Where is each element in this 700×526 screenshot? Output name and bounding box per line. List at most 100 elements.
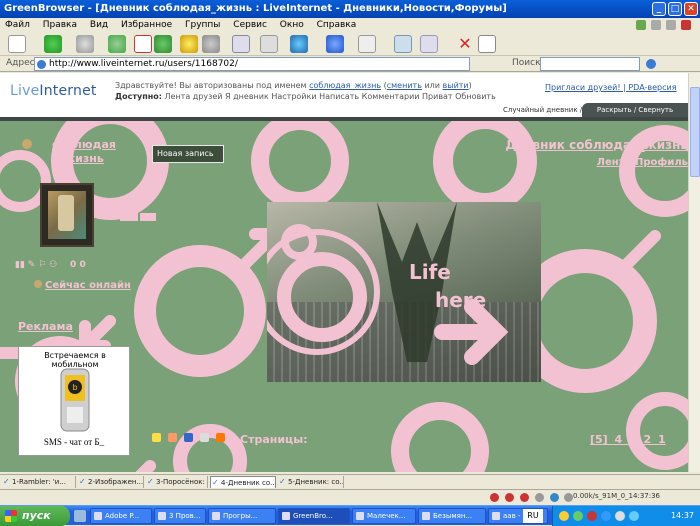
activex-icon[interactable] [534,493,544,502]
header-tabs: Случайный дневник // Раскрыть / Свернуть [0,103,688,117]
volume-icon[interactable] [615,511,625,521]
greeting-text: Здравствуйте! Вы авторизованы под именем… [115,81,472,90]
menu-groups[interactable]: Группы [185,20,220,30]
settings-icon[interactable] [564,493,574,502]
phone-image: b [60,368,90,432]
refresh-icon[interactable] [154,35,172,53]
clock: 14:37 [670,511,694,520]
task-programs[interactable]: Прогры... [208,508,276,524]
tab-3[interactable]: 3-Поросёнок: [146,476,208,488]
menu-view[interactable]: Вид [90,20,108,30]
random-diary-tab[interactable]: Случайный дневник // [503,106,585,114]
language-indicator[interactable]: RU [523,509,543,523]
translate-icon[interactable] [394,35,412,53]
menu-tools[interactable]: Сервис [233,20,267,30]
user-link[interactable]: соблюдая_жизнь [309,81,381,90]
search-label: Поиск: [512,58,544,68]
menu-favorites[interactable]: Избранное [121,20,172,30]
maximize-button[interactable]: □ [668,2,682,16]
diary-username[interactable]: соблюдая жизнь [44,138,124,166]
expand-collapse-tab[interactable]: Раскрыть / Свернуть [582,103,688,117]
logout-link[interactable]: выйти [443,81,469,90]
stop-icon[interactable] [134,35,152,53]
task-greenbrowser[interactable]: GreenBro... [278,508,350,524]
window-title: GreenBrowser - [Дневник соблюдая_жизнь :… [4,3,507,14]
block-icon[interactable] [490,493,499,502]
new-page-icon[interactable] [8,35,26,53]
liveinternet-logo[interactable]: LiveInternet [10,83,97,99]
tab-5[interactable]: 5-Дневник: со... [278,476,344,488]
menu-help[interactable]: Справка [317,20,357,30]
tab-2[interactable]: 2-Изображен... [78,476,144,488]
quicklaunch-icon[interactable] [74,510,86,522]
task-untitled[interactable]: Безымян... [418,508,486,524]
search-input[interactable] [540,57,640,71]
browser-tab-bar: 1-Rambler: 'и... 2-Изображен... 3-Поросё… [0,474,700,488]
post-tools-icons [152,433,229,445]
favorites-icon[interactable] [180,35,198,53]
task-explorer[interactable]: 3 Пров... [154,508,206,524]
forward-icon[interactable] [76,35,94,53]
rss-icon[interactable] [215,433,225,442]
menu-edit[interactable]: Правка [43,20,77,30]
up-icon[interactable] [108,35,126,53]
feed-link[interactable]: Лента [597,157,632,168]
close-x-icon[interactable]: ✕ [456,35,474,53]
minimize-button[interactable]: _ [652,2,666,16]
network-icon[interactable] [629,511,639,521]
script-icon[interactable] [519,493,529,502]
tray-icon-4[interactable] [601,511,611,521]
green-dot-icon[interactable] [636,20,647,30]
vertical-scrollbar[interactable] [688,73,700,472]
profile-link[interactable]: Профиль [635,157,688,168]
tab-1[interactable]: 1-Rambler: 'и... [2,476,76,488]
online-user-icon [34,280,42,288]
tools-icon[interactable] [260,35,278,53]
search-go-icon[interactable] [646,59,656,69]
online-now-link[interactable]: Сейчас онлайн [34,280,131,291]
pagination[interactable]: [5] 4 3 2 1 [590,433,666,446]
address-input[interactable]: http://www.liveinternet.ru/users/1168702… [34,57,470,71]
new-post-button[interactable]: Новая запись [152,145,224,163]
tray-icon-2[interactable] [573,511,583,521]
proxy-icon[interactable] [549,493,559,502]
mobile-ad-banner[interactable]: Встречаемся в мобильном b SMS - чат от Б… [18,346,130,456]
mobile-ad-caption: SMS - чат от Б_ [43,437,105,447]
menu-window[interactable]: Окно [280,20,304,30]
restore-icon[interactable] [666,20,677,30]
undo-icon[interactable] [326,35,344,53]
print-icon[interactable] [358,35,376,53]
groups-icon[interactable] [232,35,250,53]
print-page-icon[interactable] [199,433,209,442]
minimize-icon[interactable] [651,20,662,30]
smile-icon[interactable] [167,433,177,442]
invite-link[interactable]: Пригласи друзей! | PDA-версия [545,83,677,92]
change-user-link[interactable]: сменить [387,81,422,90]
counts-text: 0 0 [70,260,86,270]
notes-icon[interactable] [478,35,496,53]
star-icon[interactable] [152,433,161,442]
counter-row: ▮▮ ✎ ⚐ ⚇ 0 0 [15,260,86,270]
nav-links[interactable]: Лента друзей Я дневник Настройки Написат… [165,92,496,101]
available-links: Доступно: Лента друзей Я дневник Настрой… [115,92,496,101]
tray-icon-3[interactable] [587,511,597,521]
tray-icon-1[interactable] [559,511,569,521]
popup-icon[interactable] [504,493,514,502]
menu-file[interactable]: Файл [5,20,30,30]
task-malechek[interactable]: Малечек... [352,508,416,524]
close-button[interactable]: ✕ [684,2,698,16]
close-tab-icon[interactable] [681,20,691,30]
user-avatar[interactable] [40,183,94,247]
task-adobe[interactable]: Adobe P... [90,508,152,524]
font-icon[interactable] [420,35,438,53]
tab-4-active[interactable]: 4-Дневник со... [210,476,276,488]
pda-link[interactable]: PDA-версия [628,83,676,92]
history-icon[interactable] [202,35,220,53]
back-icon[interactable] [44,35,62,53]
globe-icon[interactable] [290,35,308,53]
scroll-thumb[interactable] [690,87,700,177]
start-button[interactable]: пуск [0,506,70,526]
diary-title-link[interactable]: Дневник соблюдая_жизнь [505,138,688,152]
status-speed: 0.00k/s_91M_0_14:37:36 [573,492,660,500]
mail-icon[interactable] [183,433,193,442]
